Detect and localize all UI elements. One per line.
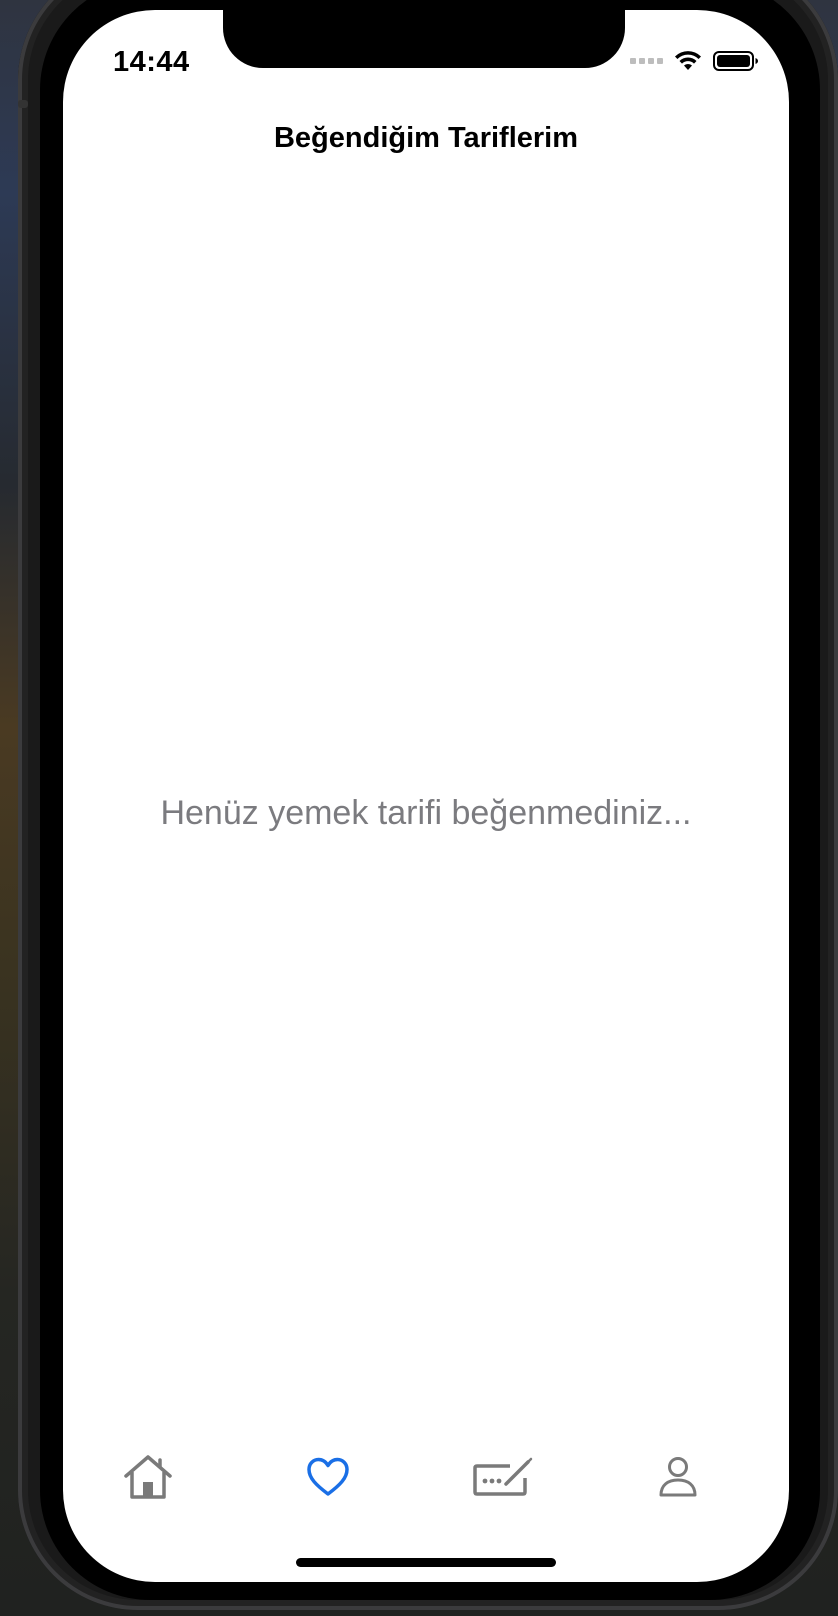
tab-add-recipe[interactable] — [463, 1442, 543, 1512]
tab-home[interactable] — [108, 1442, 188, 1512]
empty-state-message: Henüz yemek tarifi beğenmediniz... — [160, 794, 692, 832]
heart-icon — [307, 1457, 349, 1496]
notch — [223, 10, 625, 68]
home-icon — [124, 1455, 172, 1499]
tab-favorites[interactable] — [288, 1442, 368, 1512]
status-indicators — [630, 50, 759, 72]
side-button — [18, 100, 28, 108]
cellular-signal-icon — [630, 58, 663, 64]
battery-icon — [713, 51, 758, 71]
phone-screen: 14:44 Beğendiğim Tariflerim Henüz yemek … — [63, 10, 789, 1582]
tab-bar — [63, 1442, 789, 1522]
wifi-icon — [675, 51, 701, 70]
signature-icon — [473, 1457, 533, 1496]
tab-profile[interactable] — [638, 1442, 718, 1512]
home-indicator[interactable] — [296, 1558, 556, 1567]
page-title: Beğendiğim Tariflerim — [273, 122, 579, 154]
status-time: 14:44 — [113, 46, 190, 78]
person-icon — [659, 1457, 697, 1497]
